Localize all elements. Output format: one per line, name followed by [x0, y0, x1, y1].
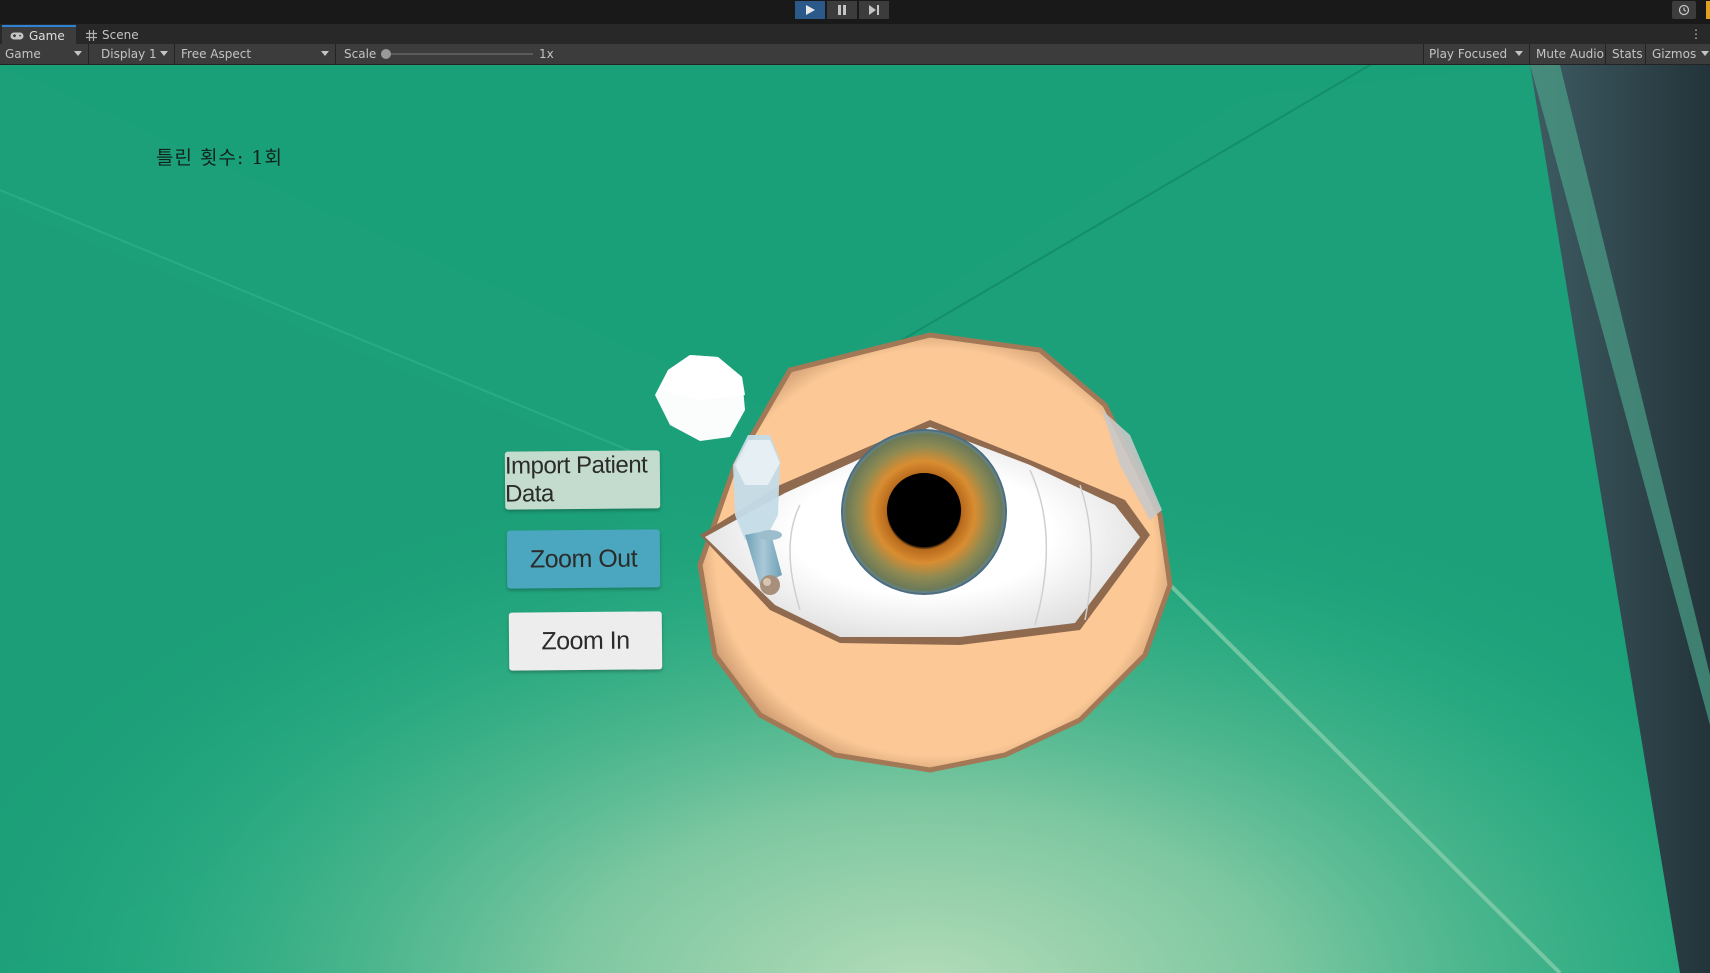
account-button[interactable] — [1706, 1, 1710, 19]
scene-render — [0, 65, 1710, 973]
view-mode-dropdown[interactable]: Game — [0, 44, 89, 64]
scale-slider-handle[interactable] — [381, 49, 391, 59]
display-value: Display 1 — [101, 47, 157, 61]
play-button[interactable] — [795, 1, 825, 19]
zoom-out-button[interactable]: Zoom Out — [506, 529, 661, 589]
gizmos-dropdown[interactable]: Gizmos — [1648, 44, 1710, 64]
chevron-down-icon — [160, 51, 168, 56]
gamepad-icon — [10, 32, 24, 39]
tab-game[interactable]: Game — [2, 25, 76, 44]
import-patient-data-button[interactable]: Import Patient Data — [504, 450, 661, 510]
scale-slider-track[interactable] — [385, 53, 533, 55]
history-button[interactable] — [1672, 1, 1696, 19]
scale-value: 1x — [539, 47, 554, 61]
scale-label: Scale — [344, 47, 377, 61]
pause-icon — [838, 5, 846, 15]
view-mode-value: Game — [5, 47, 41, 61]
more-options-icon[interactable]: ⋮ — [1690, 27, 1702, 41]
play-mode-dropdown[interactable]: Play Focused — [1424, 44, 1530, 64]
step-icon — [869, 5, 879, 15]
stats-toggle[interactable]: Stats — [1608, 44, 1646, 64]
step-button[interactable] — [859, 1, 889, 19]
tab-bar: Game Scene ⋮ — [0, 24, 1710, 44]
chevron-down-icon — [1515, 51, 1523, 56]
chevron-down-icon — [321, 51, 329, 56]
tab-scene[interactable]: Scene — [78, 26, 150, 44]
zoom-in-button[interactable]: Zoom In — [508, 611, 663, 671]
grid-icon — [86, 29, 97, 41]
aspect-dropdown[interactable]: Free Aspect — [176, 44, 336, 64]
game-viewport[interactable]: 틀린 횟수: 1회 Import Patient Data Zoom Out Z… — [0, 65, 1710, 973]
gizmos-label: Gizmos — [1652, 47, 1697, 61]
play-mode-value: Play Focused — [1429, 47, 1508, 61]
mute-audio-toggle[interactable]: Mute Audio — [1532, 44, 1606, 64]
aspect-value: Free Aspect — [181, 47, 252, 61]
game-view-toolbar: Game Display 1 Free Aspect Scale 1x Play… — [0, 44, 1710, 65]
pause-button[interactable] — [827, 1, 857, 19]
display-dropdown[interactable]: Display 1 — [95, 44, 175, 64]
play-icon — [806, 5, 815, 15]
tab-label: Scene — [102, 28, 139, 42]
history-icon — [1678, 4, 1690, 16]
wrong-count-text: 틀린 횟수: 1회 — [156, 147, 283, 169]
tab-label: Game — [29, 28, 65, 43]
play-toolbar — [0, 0, 1710, 24]
chevron-down-icon — [1701, 51, 1709, 56]
chevron-down-icon — [74, 51, 82, 56]
